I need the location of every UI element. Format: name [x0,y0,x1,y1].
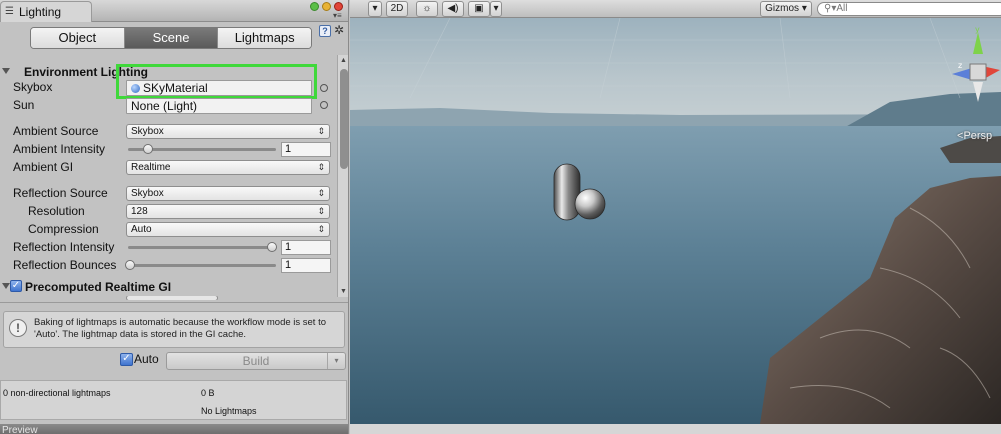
auto-checkbox[interactable]: ✓ [120,353,133,366]
build-dropdown-arrow-icon[interactable]: ▾ [327,353,345,369]
ambient-intensity-label: Ambient Intensity [13,142,106,156]
reflection-source-label: Reflection Source [13,186,108,200]
sun-field[interactable]: None (Light) [126,98,312,114]
skybox-picker-icon[interactable] [320,84,328,92]
info-message-box: ! Baking of lightmaps is automatic becau… [3,311,345,348]
ambient-intensity-input[interactable]: 1 [281,142,331,157]
scroll-up-icon[interactable]: ▲ [340,57,347,64]
scene-lighting-icon[interactable]: ☼ [416,1,438,17]
effects-dropdown-icon[interactable]: ▾ [490,1,502,17]
lighting-panel: ☰ Lighting ▾≡ Object Scene Lightmaps ? ✲… [0,0,349,434]
gear-icon[interactable]: ✲ [334,23,344,37]
scene-bottom-strip [350,424,1001,434]
compression-value: Auto [131,224,152,235]
tab-object[interactable]: Object [31,28,125,48]
reflection-intensity-knob[interactable] [267,242,277,252]
gizmos-label: Gizmos [765,3,800,14]
scene-orientation-gizmo-icon[interactable]: y z [946,26,1001,106]
tab-lightmaps[interactable]: Lightmaps [218,28,311,48]
ambient-intensity-knob[interactable] [143,144,153,154]
dropdown-arrow-icon: ⇕ [317,126,325,136]
maximize-button[interactable] [310,2,319,11]
reflection-bounces-input[interactable]: 1 [281,258,331,273]
cut-off-row [0,296,336,300]
dropdown-arrow-icon: ⇕ [317,224,325,234]
dropdown-arrow-icon: ⇕ [317,162,325,172]
precomputed-gi-checkbox[interactable]: ✓ [10,280,22,292]
reflection-intensity-label: Reflection Intensity [13,240,115,254]
lighting-tab-label: Lighting [19,5,62,19]
sun-picker-icon[interactable] [320,101,328,109]
skybox-value: SKyMaterial [143,81,208,95]
ambient-gi-label: Ambient GI [13,160,74,174]
scrollbar-thumb[interactable] [340,69,348,169]
scroll-down-icon[interactable]: ▼ [340,288,347,295]
precomputed-gi-header[interactable]: ✓ Precomputed Realtime GI [0,278,330,296]
lightmap-count: 0 non-directional lightmaps [3,388,111,398]
panel-scrollbar[interactable]: ▲ ▼ [337,55,348,297]
svg-text:z: z [958,61,962,70]
ambient-gi-dropdown[interactable]: Realtime ⇕ [126,160,330,175]
build-label: Build [242,354,270,368]
preview-label: Preview [2,425,38,434]
compression-label: Compression [28,222,99,236]
dropdown-arrow-icon: ⇕ [317,188,325,198]
resolution-dropdown[interactable]: 128 ⇕ [126,204,330,219]
scene-view: ▾ 2D ☼ ◀) ▣ ▾ Gizmos ▾ ⚲▾All y z <Persp [350,0,1001,434]
reflection-intensity-slider[interactable] [128,246,276,249]
ambient-gi-value: Realtime [131,162,171,173]
search-icon: ⚲▾ [824,3,837,14]
tab-scene[interactable]: Scene [124,28,219,48]
skybox-field[interactable]: SKyMaterial [126,80,312,96]
compression-dropdown[interactable]: Auto ⇕ [126,222,330,237]
scene-toolbar: ▾ 2D ☼ ◀) ▣ ▾ Gizmos ▾ ⚲▾All [350,0,1001,18]
material-icon [131,84,140,93]
auto-label: Auto [134,352,159,366]
ambient-source-dropdown[interactable]: Skybox ⇕ [126,124,330,139]
svg-text:y: y [975,26,980,34]
lighting-tab[interactable]: ☰ Lighting [0,1,92,22]
divider [0,302,348,303]
reflection-bounces-label: Reflection Bounces [13,258,117,272]
resolution-value: 128 [131,206,148,217]
reflection-bounces-knob[interactable] [125,260,135,270]
audio-toggle-icon[interactable]: ◀) [442,1,464,17]
tab-menu-icon[interactable]: ▾≡ [333,12,342,20]
skybox-label: Skybox [13,80,53,94]
info-icon: ! [9,319,27,337]
minimize-button[interactable] [322,2,331,11]
search-text: All [836,3,848,14]
panel-tab-bar: ☰ Lighting ▾≡ [0,0,348,22]
scene-render [350,18,1001,424]
shading-mode-dropdown[interactable]: ▾ [368,1,382,17]
persp-label[interactable]: <Persp [957,130,992,142]
preview-bar[interactable]: Preview [0,424,348,434]
reflection-source-dropdown[interactable]: Skybox ⇕ [126,186,330,201]
ambient-source-label: Ambient Source [13,124,99,138]
lighting-list-icon: ☰ [5,6,14,17]
foldout-arrow-icon [2,283,10,289]
reflection-bounces-slider[interactable] [128,264,276,267]
foldout-arrow-icon [2,68,10,74]
lightmap-stats: 0 non-directional lightmaps 0 B No Light… [0,380,347,420]
2d-toggle[interactable]: 2D [386,1,408,17]
effects-image-icon[interactable]: ▣ [468,1,490,17]
reflection-source-value: Skybox [131,188,164,199]
precomputed-gi-title: Precomputed Realtime GI [25,280,172,294]
info-text: Baking of lightmaps is automatic because… [34,317,327,340]
mode-tabs: Object Scene Lightmaps [30,27,312,49]
resolution-label: Resolution [28,204,85,218]
close-button[interactable] [334,2,343,11]
scene-search-input[interactable]: ⚲▾All [817,2,1001,16]
lightmap-size: 0 B [201,388,215,398]
help-icon[interactable]: ? [319,25,331,37]
build-button[interactable]: Build ▾ [166,352,346,370]
no-lightmaps-label: No Lightmaps [201,406,257,416]
ambient-source-value: Skybox [131,126,164,137]
scene-viewport[interactable]: y z <Persp [350,18,1001,424]
dropdown-arrow-icon: ⇕ [317,206,325,216]
gizmos-dropdown[interactable]: Gizmos ▾ [760,1,812,17]
sun-label: Sun [13,98,35,112]
reflection-intensity-input[interactable]: 1 [281,240,331,255]
